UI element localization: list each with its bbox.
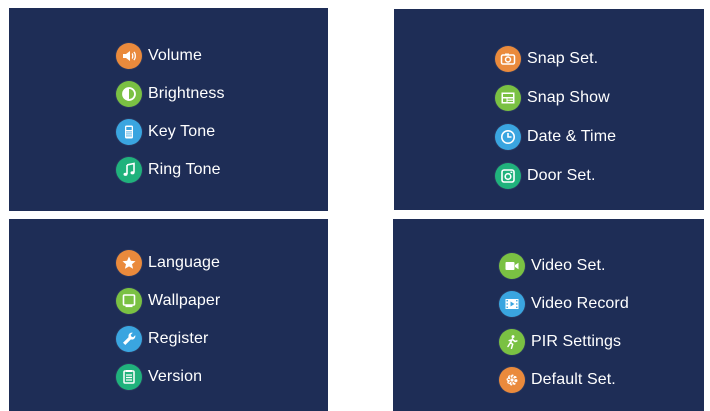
menu-item-label: Door Set. (527, 166, 596, 184)
menu-item-key-tone[interactable]: Key Tone (116, 113, 225, 151)
menu-item-label: Default Set. (531, 371, 616, 388)
menu-item-label: Snap Set. (527, 49, 599, 67)
clock-icon (495, 123, 521, 150)
menu-item-label: Wallpaper (148, 292, 221, 309)
wrench-icon (116, 326, 142, 352)
menu-item-label: Key Tone (148, 123, 216, 140)
settings-panel-video: Video Set. Video Record PIR Settings Def… (393, 219, 704, 411)
menu-item-version[interactable]: Version (116, 358, 220, 396)
menu-item-pir-settings[interactable]: PIR Settings (499, 323, 629, 361)
film-icon (499, 291, 525, 317)
menu-list: Snap Set. Snap Show Date & Time Door Set… (495, 39, 616, 195)
camera-icon (495, 45, 521, 72)
settings-panel-system: Language Wallpaper Register Version (9, 219, 328, 411)
menu-item-volume[interactable]: Volume (116, 37, 225, 75)
menu-list: Video Set. Video Record PIR Settings Def… (499, 247, 629, 399)
menu-item-label: Brightness (148, 85, 225, 102)
menu-item-language[interactable]: Language (116, 244, 220, 282)
menu-item-label: Version (148, 368, 203, 385)
menu-item-brightness[interactable]: Brightness (116, 75, 225, 113)
menu-item-video-set[interactable]: Video Set. (499, 247, 629, 285)
monitor-icon (116, 288, 142, 314)
speaker-icon (116, 43, 142, 69)
keypad-icon (116, 119, 142, 145)
motion-sensor-icon (499, 329, 525, 355)
menu-item-label: Video Set. (531, 257, 606, 274)
gear-icon (499, 367, 525, 393)
menu-item-snap-show[interactable]: Snap Show (495, 78, 616, 117)
video-camera-icon (499, 253, 525, 279)
brightness-icon (116, 81, 142, 107)
menu-item-label: Language (148, 254, 220, 271)
menu-item-video-record[interactable]: Video Record (499, 285, 629, 323)
menu-list: Language Wallpaper Register Version (116, 244, 220, 396)
door-camera-icon (495, 162, 521, 189)
menu-item-label: Ring Tone (148, 161, 221, 178)
menu-item-register[interactable]: Register (116, 320, 220, 358)
settings-panel-audio-display: Volume Brightness Key Tone Ring Tone (9, 8, 328, 211)
settings-panel-snapshot: Snap Set. Snap Show Date & Time Door Set… (394, 9, 704, 210)
menu-item-ring-tone[interactable]: Ring Tone (116, 151, 225, 189)
menu-item-wallpaper[interactable]: Wallpaper (116, 282, 220, 320)
document-icon (116, 364, 142, 390)
menu-list: Volume Brightness Key Tone Ring Tone (116, 37, 225, 189)
menu-item-label: Volume (148, 47, 202, 64)
menu-item-label: PIR Settings (531, 333, 622, 350)
menu-item-door-set[interactable]: Door Set. (495, 156, 616, 195)
music-note-icon (116, 157, 142, 183)
menu-item-label: Date & Time (527, 127, 617, 145)
menu-item-snap-set[interactable]: Snap Set. (495, 39, 616, 78)
menu-item-label: Video Record (531, 295, 629, 312)
menu-item-label: Register (148, 330, 209, 347)
star-icon (116, 250, 142, 276)
menu-item-date-time[interactable]: Date & Time (495, 117, 616, 156)
slideshow-icon (495, 84, 521, 111)
menu-item-default-set[interactable]: Default Set. (499, 361, 629, 399)
menu-item-label: Snap Show (527, 88, 610, 106)
